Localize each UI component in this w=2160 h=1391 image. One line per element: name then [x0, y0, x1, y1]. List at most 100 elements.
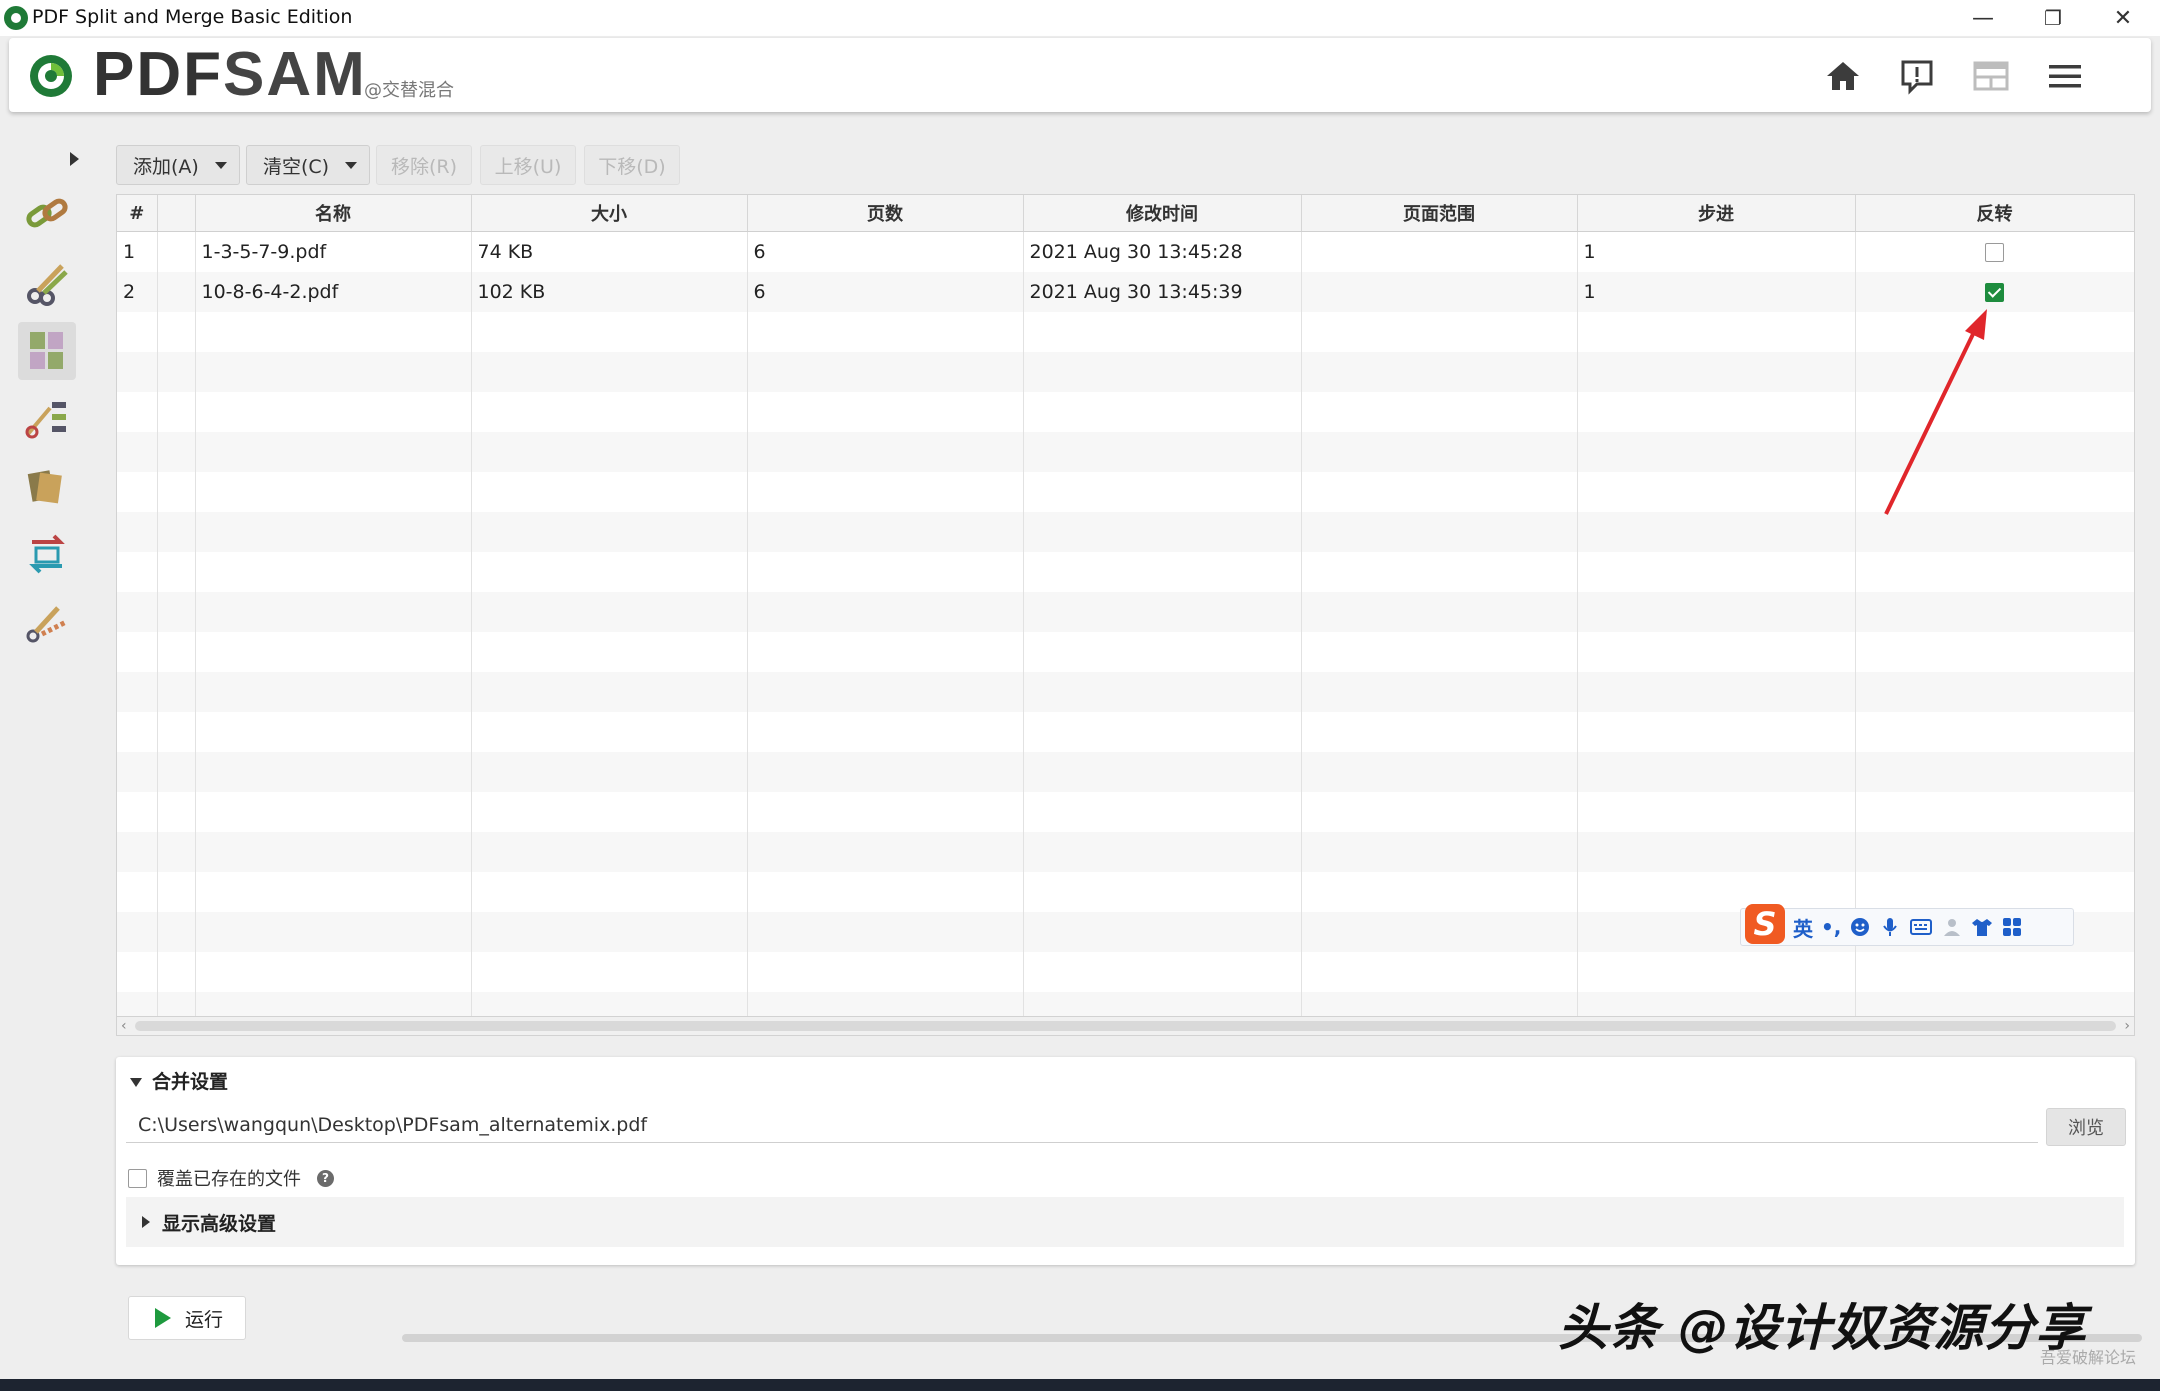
empty-cell	[1577, 432, 1856, 472]
empty-cell	[747, 592, 1024, 632]
keyboard-icon[interactable]	[1909, 916, 1933, 938]
column-header-reverse[interactable]: 反转	[1855, 195, 2134, 232]
empty-cell	[471, 592, 748, 632]
sogou-logo-icon[interactable]: S	[1745, 904, 1785, 944]
toolbox-icon[interactable]	[2001, 916, 2023, 938]
empty-cell	[1301, 552, 1578, 592]
close-button[interactable]: ✕	[2088, 0, 2158, 36]
empty-cell	[1577, 552, 1856, 592]
empty-cell	[471, 632, 748, 672]
row-page-range-cell[interactable]	[1301, 231, 1578, 272]
empty-cell	[117, 832, 158, 872]
home-icon[interactable]	[1823, 56, 1863, 96]
column-header-index[interactable]: #	[117, 195, 158, 232]
emoji-icon[interactable]	[1849, 916, 1871, 938]
table-row[interactable]: 2 10-8-6-4-2.pdf 102 KB 6 2021 Aug 30 13…	[117, 272, 2134, 312]
clear-button[interactable]: 清空(C)	[246, 145, 370, 185]
empty-cell	[117, 792, 158, 832]
browse-button[interactable]: 浏览	[2046, 1108, 2126, 1146]
empty-cell	[157, 592, 196, 632]
empty-cell	[471, 672, 748, 712]
scroll-right-icon[interactable]: ›	[2124, 1018, 2130, 1034]
remove-button[interactable]: 移除(R)	[376, 145, 472, 185]
split-tool-icon[interactable]	[18, 254, 76, 312]
skin-icon[interactable]	[1971, 916, 1993, 938]
row-file-name: 1-3-5-7-9.pdf	[195, 231, 472, 272]
empty-cell	[471, 792, 748, 832]
empty-cell	[1577, 832, 1856, 872]
empty-cell	[117, 352, 158, 392]
table-row[interactable]: 1 1-3-5-7-9.pdf 74 KB 6 2021 Aug 30 13:4…	[117, 231, 2134, 272]
merge-tool-icon[interactable]	[18, 186, 76, 244]
logo-pdf: PDF	[93, 40, 223, 109]
empty-table-row	[117, 952, 2134, 992]
ime-mode-toggle[interactable]: 英	[1793, 913, 1813, 942]
empty-cell	[747, 392, 1024, 432]
chevron-down-icon[interactable]	[345, 161, 357, 169]
empty-cell	[1301, 752, 1578, 792]
column-header-size[interactable]: 大小	[471, 195, 748, 232]
empty-cell	[1855, 872, 2134, 912]
dashboard-icon[interactable]	[1971, 56, 2011, 96]
move-down-button[interactable]: 下移(D)	[584, 145, 680, 185]
empty-cell	[1855, 712, 2134, 752]
add-button[interactable]: 添加(A)	[116, 145, 240, 185]
empty-cell	[1023, 592, 1302, 632]
help-icon[interactable]: ?	[317, 1169, 334, 1187]
empty-cell	[1301, 792, 1578, 832]
split-by-size-tool-icon[interactable]	[18, 594, 76, 652]
minimize-button[interactable]: —	[1948, 0, 2018, 36]
row-step-cell[interactable]: 1	[1577, 272, 1856, 312]
chevron-down-icon[interactable]	[215, 161, 227, 169]
move-up-button[interactable]: 上移(U)	[480, 145, 576, 185]
empty-cell	[1301, 872, 1578, 912]
logo-text: PDFSAM	[93, 44, 367, 106]
empty-cell	[157, 312, 196, 352]
empty-table-row	[117, 872, 2134, 912]
column-header-blank[interactable]	[157, 195, 196, 232]
user-icon[interactable]	[1941, 916, 1963, 938]
empty-cell	[1577, 872, 1856, 912]
feedback-icon[interactable]	[1897, 56, 1937, 96]
empty-cell	[747, 632, 1024, 672]
empty-cell	[1855, 472, 2134, 512]
restore-button[interactable]: ❐	[2018, 0, 2088, 36]
empty-cell	[1855, 512, 2134, 552]
overwrite-checkbox[interactable]	[128, 1168, 147, 1188]
advanced-settings-toggle[interactable]: 显示高级设置	[126, 1197, 2124, 1247]
merge-settings-header[interactable]: 合并设置	[130, 1067, 228, 1094]
column-header-page-range[interactable]: 页面范围	[1301, 195, 1578, 232]
alternate-mix-tool-icon[interactable]	[18, 322, 76, 380]
destination-file-input[interactable]	[126, 1107, 2038, 1143]
rotate-tool-icon[interactable]	[18, 526, 76, 584]
run-button[interactable]: 运行	[128, 1296, 246, 1340]
empty-cell	[747, 712, 1024, 752]
row-page-count: 6	[747, 272, 1024, 312]
microphone-icon[interactable]	[1879, 916, 1901, 938]
empty-cell	[1577, 632, 1856, 672]
empty-cell	[1855, 392, 2134, 432]
overwrite-option[interactable]: 覆盖已存在的文件 ?	[128, 1165, 334, 1191]
reverse-checkbox[interactable]	[1985, 283, 2004, 302]
reverse-checkbox[interactable]	[1985, 243, 2004, 262]
app-header: PDFSAM @交替混合	[9, 38, 2151, 112]
play-icon	[155, 1308, 171, 1328]
menu-icon[interactable]	[2045, 56, 2085, 96]
column-header-pages[interactable]: 页数	[747, 195, 1024, 232]
empty-cell	[1301, 432, 1578, 472]
column-header-name[interactable]: 名称	[195, 195, 472, 232]
scroll-left-icon[interactable]: ‹	[121, 1018, 127, 1034]
table-horizontal-scrollbar[interactable]: ‹ ›	[116, 1016, 2135, 1036]
scrollbar-thumb[interactable]	[135, 1021, 2116, 1031]
empty-cell	[157, 432, 196, 472]
split-by-bookmarks-tool-icon[interactable]	[18, 390, 76, 448]
row-page-range-cell[interactable]	[1301, 272, 1578, 312]
empty-cell	[1301, 352, 1578, 392]
column-header-step[interactable]: 步进	[1577, 195, 1856, 232]
sidebar-expand-icon[interactable]	[66, 150, 82, 168]
ime-punctuation-toggle[interactable]: •,	[1821, 915, 1841, 939]
extract-pages-tool-icon[interactable]	[18, 458, 76, 516]
column-header-modified[interactable]: 修改时间	[1023, 195, 1302, 232]
empty-cell	[157, 712, 196, 752]
row-step-cell[interactable]: 1	[1577, 231, 1856, 272]
